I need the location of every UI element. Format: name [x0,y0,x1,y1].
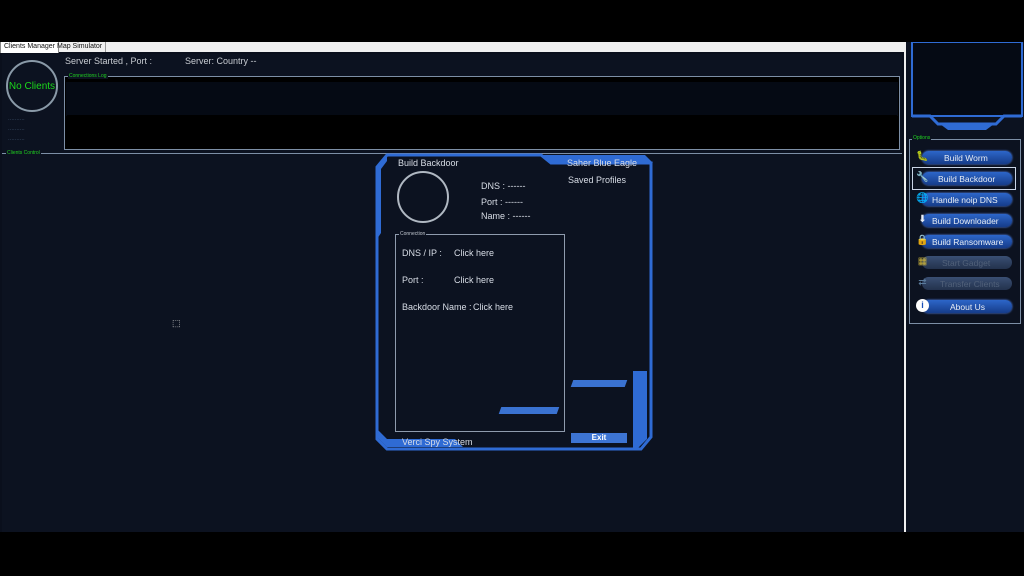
no-clients-indicator: No Clients [6,60,58,112]
options-sidebar: Options 🐛 Build Worm 🔧 Build Backdoor 🌐 … [904,42,1024,532]
build-backdoor-dialog: Build Backdoor Saher Blue Eagle Saved Pr… [375,153,653,453]
server-started-text: Server Started , Port : [65,56,153,66]
build-ransomware-button[interactable]: 🔒 Build Ransomware [916,234,1012,249]
dns-ip-field[interactable]: Click here [454,248,494,258]
clients-control-legend: Clients Control [6,150,41,156]
lock-icon: 🔒 [916,235,929,246]
tab-map-simulator[interactable]: Map Simulator [54,42,107,52]
backdoor-icon: 🔧 [916,172,929,183]
connections-log-list[interactable] [67,115,897,147]
gadget-icon: ▦ [917,256,928,267]
dns-ip-label: DNS / IP : [402,248,442,258]
dialog-footer-text: Verci Spy System [402,437,473,447]
placeholder-dashes: .......... [8,116,25,122]
tab-saher-blue-eagle[interactable]: Saher Blue Eagle [567,158,637,168]
backdoor-name-field[interactable]: Click here [473,302,513,312]
download-icon: ⬇ [918,214,927,225]
worm-icon: 🐛 [916,151,929,162]
connection-group [395,234,565,432]
dns-icon: 🌐 [916,193,929,204]
profile-image-circle [397,171,449,223]
dns-summary: DNS : ------ [481,181,526,191]
app-window: Clients Manager Map Simulator No Clients… [0,42,1024,532]
tab-clients-manager[interactable]: Clients Manager [0,42,59,53]
options-legend: Options [912,135,932,141]
dialog-title: Build Backdoor [398,158,459,168]
transfer-clients-button[interactable]: ⇄ Transfer Clients [916,276,1012,291]
port-summary: Port : ------ [481,197,523,207]
connections-log-header [66,82,898,116]
placeholder-dashes: .......... [8,126,25,132]
mouse-cursor-icon: ⬚ [172,318,181,328]
saved-profiles-label[interactable]: Saved Profiles [568,175,626,185]
options-group [909,139,1021,324]
info-icon: i [916,299,929,312]
build-downloader-button[interactable]: ⬇ Build Downloader [916,213,1012,228]
build-action-button[interactable] [570,380,628,387]
port-field[interactable]: Click here [454,275,494,285]
connection-action-button[interactable] [498,407,560,414]
no-clients-label: No Clients [8,80,56,92]
sidebar-header-graphic [911,42,1023,130]
connections-log-legend: Connections Log [68,73,108,79]
connection-legend: Connection [399,231,427,237]
backdoor-name-label: Backdoor Name : [402,302,472,312]
build-backdoor-button[interactable]: 🔧 Build Backdoor [912,167,1016,190]
transfer-icon: ⇄ [918,277,927,288]
connections-log-panel[interactable] [64,76,900,150]
name-summary: Name : ------ [481,211,531,221]
exit-button[interactable]: Exit [571,433,627,443]
build-worm-button[interactable]: 🐛 Build Worm [916,150,1012,165]
about-us-button[interactable]: i About Us [916,299,1012,314]
start-gadget-button[interactable]: ▦ Start Gadget [916,255,1012,270]
handle-noip-dns-button[interactable]: 🌐 Handle noip DNS [916,192,1012,207]
port-label: Port : [402,275,424,285]
tab-bar: Clients Manager Map Simulator [0,42,906,53]
server-country-text: Server: Country -- [185,56,257,66]
placeholder-dashes: .......... [8,136,25,142]
